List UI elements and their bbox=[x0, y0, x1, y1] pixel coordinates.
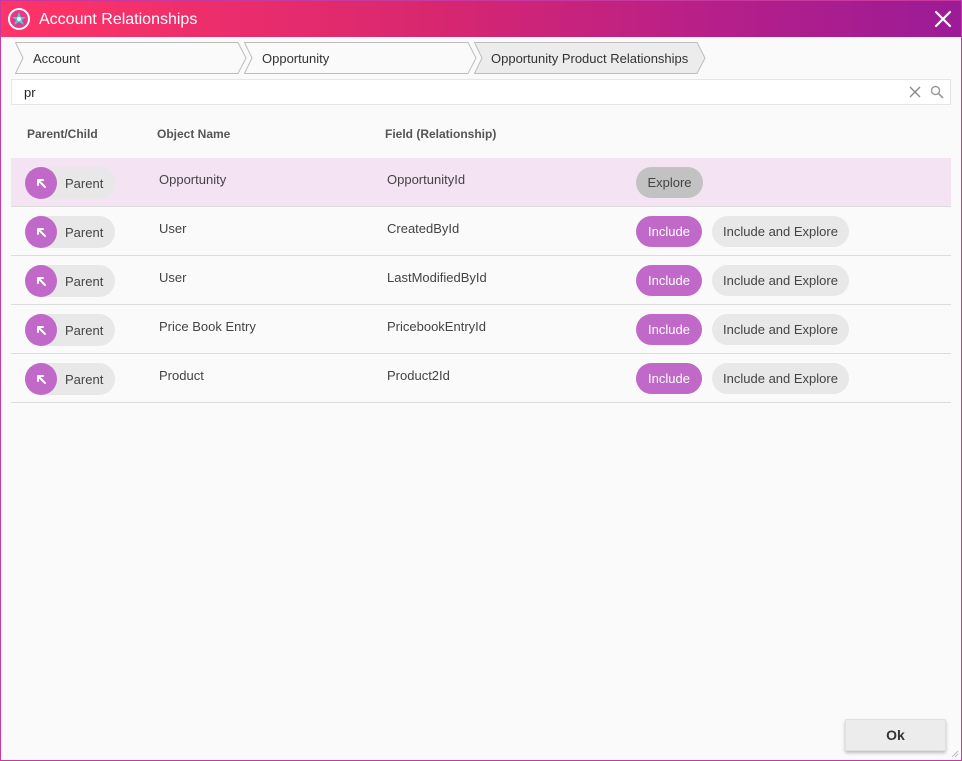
arrow-up-left-icon bbox=[25, 265, 57, 297]
breadcrumb-item-opportunity[interactable]: Opportunity bbox=[244, 42, 477, 74]
breadcrumb-label: Account bbox=[33, 51, 80, 66]
parent-child-chip[interactable]: Parent bbox=[25, 314, 115, 346]
include-button[interactable]: Include bbox=[636, 363, 702, 394]
table-row[interactable]: Parent Price Book Entry PricebookEntryId… bbox=[11, 305, 951, 354]
search-input[interactable] bbox=[22, 83, 882, 101]
field-name: PricebookEntryId bbox=[387, 319, 486, 334]
breadcrumb-item-account[interactable]: Account bbox=[15, 42, 247, 74]
table-row[interactable]: Parent User CreatedById Include Include … bbox=[11, 207, 951, 256]
table-row[interactable]: Parent Product Product2Id Include Includ… bbox=[11, 354, 951, 403]
arrow-up-left-icon bbox=[25, 363, 57, 395]
object-name: Product bbox=[159, 368, 204, 383]
parent-child-label: Parent bbox=[65, 372, 104, 387]
explore-button[interactable]: Explore bbox=[636, 167, 703, 198]
parent-child-label: Parent bbox=[65, 176, 104, 191]
parent-child-chip[interactable]: Parent bbox=[25, 216, 115, 248]
breadcrumb: Account Opportunity Opportunity Product … bbox=[15, 42, 715, 74]
search-box bbox=[11, 79, 951, 105]
parent-child-label: Parent bbox=[65, 323, 104, 338]
object-name: User bbox=[159, 221, 187, 236]
arrow-up-left-icon bbox=[25, 314, 57, 346]
table-row[interactable]: Parent Opportunity OpportunityId Explore bbox=[11, 158, 951, 207]
breadcrumb-label: Opportunity bbox=[262, 51, 330, 66]
field-name: CreatedById bbox=[387, 221, 460, 236]
parent-child-label: Parent bbox=[65, 225, 104, 240]
field-name: LastModifiedById bbox=[387, 270, 487, 285]
object-name: User bbox=[159, 270, 187, 285]
parent-child-chip[interactable]: Parent bbox=[25, 363, 115, 395]
window-title: Account Relationships bbox=[39, 11, 198, 28]
object-name: Opportunity bbox=[159, 172, 227, 187]
field-name: OpportunityId bbox=[387, 172, 466, 187]
parent-child-chip[interactable]: Parent bbox=[25, 167, 115, 199]
search-icon[interactable] bbox=[930, 85, 944, 99]
arrow-up-left-icon bbox=[25, 216, 57, 248]
include-and-explore-button[interactable]: Include and Explore bbox=[712, 363, 849, 394]
title-bar[interactable]: Account Relationships bbox=[1, 1, 961, 37]
arrow-up-left-icon bbox=[25, 167, 57, 199]
app-logo-icon bbox=[8, 8, 30, 30]
include-and-explore-button[interactable]: Include and Explore bbox=[712, 314, 849, 345]
ok-button[interactable]: Ok bbox=[845, 719, 946, 751]
breadcrumb-item-current[interactable]: Opportunity Product Relationships bbox=[474, 42, 706, 74]
close-icon[interactable] bbox=[933, 9, 953, 29]
relationship-list: Parent Opportunity OpportunityId Explore… bbox=[11, 158, 951, 403]
resize-grip-icon[interactable] bbox=[949, 748, 959, 758]
include-and-explore-button[interactable]: Include and Explore bbox=[712, 216, 849, 247]
relationships-dialog: Account Relationships Account Opportunit… bbox=[0, 0, 962, 761]
include-button[interactable]: Include bbox=[636, 265, 702, 296]
include-button[interactable]: Include bbox=[636, 314, 702, 345]
parent-child-label: Parent bbox=[65, 274, 104, 289]
table-header: Parent/Child Object Name Field (Relation… bbox=[11, 119, 951, 149]
column-header-parent-child: Parent/Child bbox=[27, 127, 98, 141]
object-name: Price Book Entry bbox=[159, 319, 256, 334]
include-button[interactable]: Include bbox=[636, 216, 702, 247]
clear-icon[interactable] bbox=[908, 85, 922, 99]
field-name: Product2Id bbox=[387, 368, 450, 383]
parent-child-chip[interactable]: Parent bbox=[25, 265, 115, 297]
column-header-field: Field (Relationship) bbox=[385, 127, 497, 141]
breadcrumb-label: Opportunity Product Relationships bbox=[491, 51, 689, 66]
table-row[interactable]: Parent User LastModifiedById Include Inc… bbox=[11, 256, 951, 305]
include-and-explore-button[interactable]: Include and Explore bbox=[712, 265, 849, 296]
column-header-object-name: Object Name bbox=[157, 127, 231, 141]
